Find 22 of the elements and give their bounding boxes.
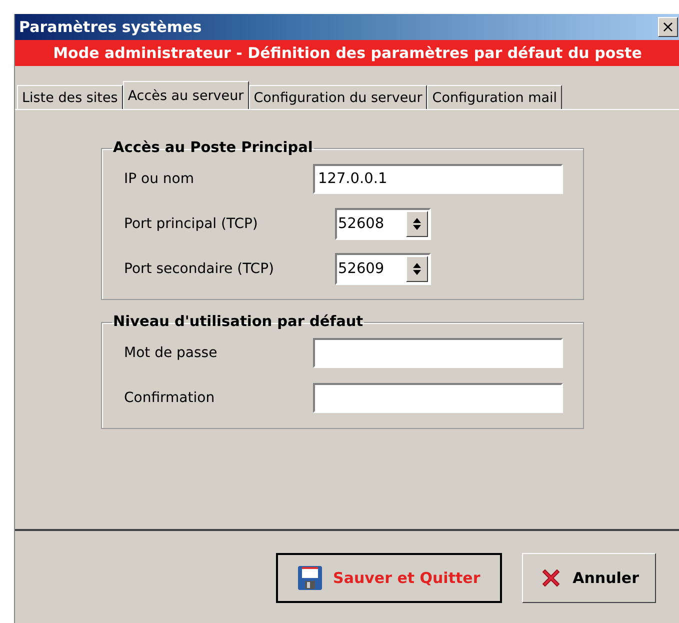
- field-label: Mot de passe: [124, 344, 218, 360]
- spin-arrows-icon[interactable]: [406, 210, 428, 236]
- tab[interactable]: Accès au serveur: [122, 81, 249, 109]
- field-label: IP ou nom: [124, 170, 194, 186]
- close-button[interactable]: ×: [658, 17, 678, 37]
- window-title: Paramètres systèmes: [19, 18, 202, 36]
- spin-arrows-icon[interactable]: [406, 256, 428, 282]
- admin-mode-banner: Mode administrateur - Définition des paramètres par défaut du poste: [15, 40, 679, 66]
- spin-field[interactable]: 52609: [335, 252, 431, 284]
- password-field[interactable]: [313, 382, 563, 412]
- field-label: Port secondaire (TCP): [124, 260, 274, 276]
- spin-field[interactable]: 52608: [335, 208, 431, 240]
- group-title: Niveau d'utilisation par défaut: [112, 314, 364, 330]
- cancel-button[interactable]: Annuler: [522, 553, 656, 603]
- tab[interactable]: Configuration du serveur: [248, 85, 428, 109]
- field-label: Port principal (TCP): [124, 216, 258, 232]
- input-field[interactable]: 127.0.0.1: [313, 164, 563, 194]
- tab[interactable]: Liste des sites: [17, 85, 123, 109]
- field-label: Confirmation: [124, 390, 215, 406]
- password-field[interactable]: [313, 338, 563, 368]
- tab[interactable]: Configuration mail: [427, 85, 562, 109]
- group-title: Accès au Poste Principal: [112, 140, 314, 156]
